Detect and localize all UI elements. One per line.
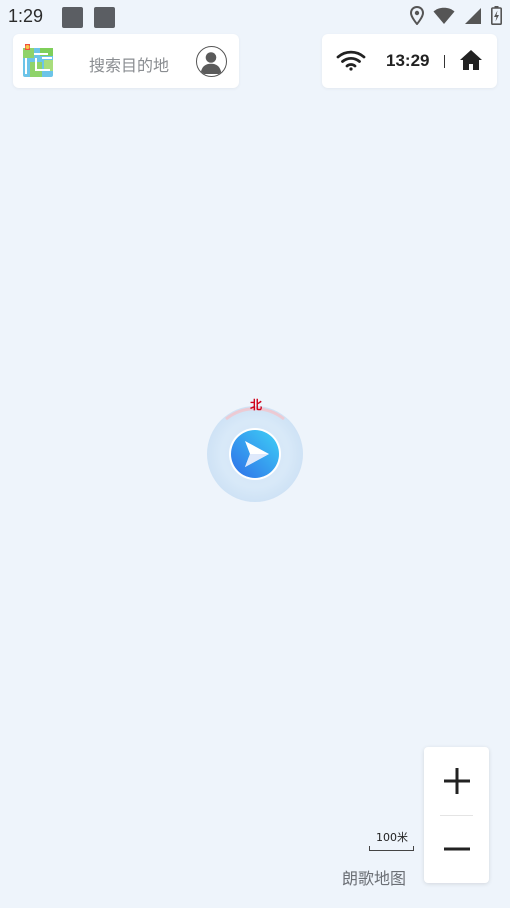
status-panel: 13:29 — [322, 34, 497, 88]
status-bar: 1:29 — [0, 0, 510, 34]
map-screen[interactable]: 1:29 搜索目的地 13:29 北 100米 朗歌地图 — [0, 0, 510, 908]
minus-icon — [443, 847, 470, 851]
search-input[interactable]: 搜索目的地 — [89, 52, 169, 76]
wifi-icon — [433, 7, 455, 24]
zoom-control — [424, 747, 489, 883]
zoom-out-button[interactable] — [424, 815, 489, 883]
map-brand-label: 朗歌地图 — [342, 869, 407, 888]
scale-bar — [369, 846, 414, 851]
notification-square-icon — [94, 7, 115, 28]
cell-signal-icon — [465, 7, 481, 24]
plus-icon — [443, 768, 470, 794]
location-marker — [207, 406, 303, 502]
notification-square-icon — [62, 7, 83, 28]
scale-label: 100米 — [376, 831, 408, 844]
compass-north-label: 北 — [249, 398, 262, 412]
divider — [444, 55, 445, 68]
home-icon[interactable] — [459, 49, 483, 71]
location-icon — [410, 6, 424, 25]
zoom-in-button[interactable] — [424, 747, 489, 815]
status-icons — [410, 6, 502, 25]
battery-charging-icon — [491, 6, 502, 25]
map-logo-icon — [23, 44, 53, 77]
wifi-icon — [336, 50, 366, 71]
user-avatar-icon[interactable] — [196, 46, 227, 77]
status-time: 1:29 — [8, 6, 44, 26]
user-silhouette-icon — [200, 52, 222, 74]
clock-time: 13:29 — [386, 51, 430, 70]
search-bar[interactable]: 搜索目的地 — [13, 34, 239, 88]
